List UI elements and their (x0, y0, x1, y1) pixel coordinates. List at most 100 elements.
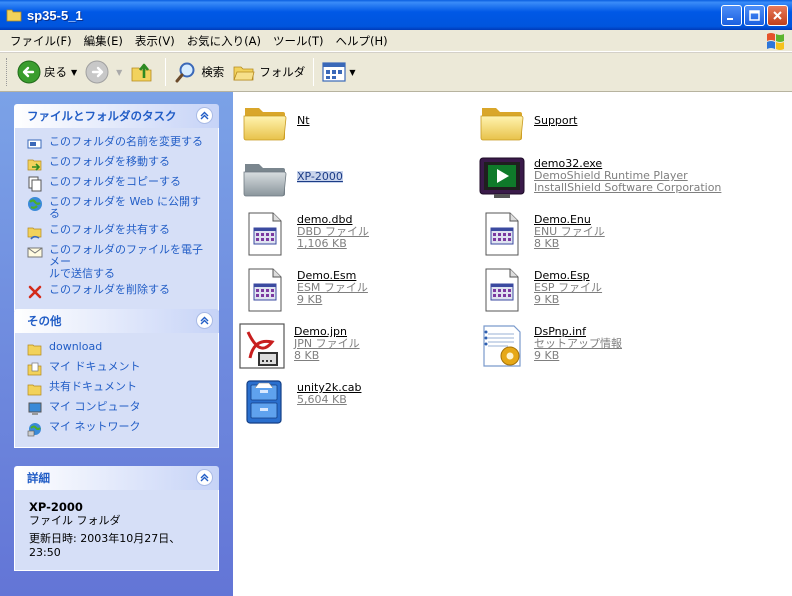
views-icon (322, 62, 346, 82)
menu-view[interactable]: 表示(V) (129, 30, 181, 52)
file-item-demo-enu[interactable]: Demo.Enu ENU ファイル 8 KB (478, 210, 605, 258)
file-size: 1,106 KB (297, 237, 347, 250)
forward-button[interactable]: ▼ (81, 56, 126, 88)
generic-file-icon (478, 266, 526, 314)
search-icon (175, 62, 195, 83)
task-share-folder[interactable]: このフォルダを共有する (27, 224, 208, 240)
other-places-body: download マイ ドキュメント 共有ドキュメント マイ コンピュータ マイ… (14, 333, 219, 448)
folder-icon (6, 9, 22, 22)
file-folder-tasks-header[interactable]: ファイルとフォルダのタスク (14, 104, 219, 128)
panel-title: その他 (27, 314, 62, 328)
task-label: このフォルダを Web に公開する (49, 195, 201, 220)
title-bar[interactable]: sp35-5_1 (0, 0, 792, 30)
generic-file-icon (478, 210, 526, 258)
task-label: このフォルダを共有する (49, 223, 170, 236)
file-item-demo-esp[interactable]: Demo.Esp ESP ファイル 9 KB (478, 266, 602, 314)
menu-help[interactable]: ヘルプ(H) (330, 30, 394, 52)
place-label: マイ ドキュメント (49, 360, 141, 373)
up-folder-icon (131, 63, 152, 82)
collapse-chevron-icon[interactable] (196, 312, 213, 329)
close-button[interactable] (767, 5, 788, 26)
back-label: 戻る (44, 65, 67, 79)
panel-title: 詳細 (27, 471, 50, 485)
task-label: このフォルダのファイルを電子メー (49, 243, 203, 268)
rename-icon (27, 139, 42, 149)
file-item-demo-jpn[interactable]: Demo.jpn JPN ファイル 8 KB (238, 322, 360, 370)
search-label: 検索 (201, 65, 225, 79)
back-button[interactable]: 戻る ▼ (13, 56, 81, 88)
place-label: マイ コンピュータ (49, 400, 141, 413)
file-item-demo-esm[interactable]: Demo.Esm ESM ファイル 9 KB (241, 266, 368, 314)
up-folder-button[interactable] (126, 56, 161, 88)
collapse-chevron-icon[interactable] (196, 107, 213, 124)
detail-modified: 更新日時: 2003年10月27日、23:50 (29, 532, 181, 559)
menu-edit[interactable]: 編集(E) (78, 30, 129, 52)
folders-label: フォルダ (259, 65, 306, 79)
copy-icon (28, 176, 42, 192)
back-arrow-icon (17, 60, 41, 84)
file-size: 9 KB (534, 349, 560, 362)
maximize-button[interactable] (744, 5, 765, 26)
menu-bar: ファイル(F) 編集(E) 表示(V) お気に入り(A) ツール(T) ヘルプ(… (0, 30, 792, 52)
place-label: マイ ネットワーク (49, 420, 141, 433)
globe-icon (28, 197, 42, 211)
other-places-header[interactable]: その他 (14, 309, 219, 333)
file-item-support[interactable]: Support (478, 98, 577, 146)
task-move-folder[interactable]: このフォルダを移動する (27, 156, 208, 172)
task-publish-web[interactable]: このフォルダを Web に公開する (27, 196, 208, 220)
toolbar-separator (313, 58, 315, 86)
toolbar: 戻る ▼ ▼ 検索 フォルダ ▼ (0, 52, 792, 92)
file-item-dspnp-inf[interactable]: DsPnp.inf セットアップ情報 9 KB (478, 322, 622, 370)
place-my-computer[interactable]: マイ コンピュータ (27, 401, 208, 417)
shared-folder-icon (27, 384, 42, 396)
task-copy-folder[interactable]: このフォルダをコピーする (27, 176, 208, 192)
email-icon (27, 247, 43, 258)
detail-name: XP-2000 (29, 500, 83, 514)
task-label: このフォルダをコピーする (49, 175, 181, 188)
file-item-unity2k-cab[interactable]: unity2k.cab 5,604 KB (241, 378, 361, 426)
file-size: 8 KB (534, 237, 560, 250)
search-button[interactable]: 検索 (170, 56, 228, 88)
file-item-xp-2000[interactable]: XP-2000 (241, 154, 343, 202)
place-my-documents[interactable]: マイ ドキュメント (27, 361, 208, 377)
place-my-network[interactable]: マイ ネットワーク (27, 421, 208, 437)
menu-tools[interactable]: ツール(T) (267, 30, 330, 52)
place-label: 共有ドキュメント (49, 380, 137, 393)
minimize-button[interactable] (721, 5, 742, 26)
back-dropdown-icon[interactable]: ▼ (71, 68, 77, 77)
forward-dropdown-icon[interactable]: ▼ (116, 68, 122, 77)
collapse-chevron-icon[interactable] (196, 469, 213, 486)
forward-arrow-icon (85, 60, 109, 84)
toolbar-grip[interactable] (6, 58, 9, 86)
folders-icon (233, 66, 255, 81)
menu-file[interactable]: ファイル(F) (4, 30, 78, 52)
panel-title: ファイルとフォルダのタスク (27, 109, 177, 123)
folders-button[interactable]: フォルダ (228, 56, 309, 88)
folder-icon (241, 98, 289, 146)
file-item-demo-dbd[interactable]: demo.dbd DBD ファイル 1,106 KB (241, 210, 369, 258)
place-shared-documents[interactable]: 共有ドキュメント (27, 381, 208, 397)
computer-icon (28, 402, 42, 415)
generic-file-icon (241, 210, 289, 258)
folder-icon (27, 344, 42, 356)
delete-icon (28, 285, 42, 299)
task-email-files[interactable]: このフォルダのファイルを電子メー ルで送信する (27, 244, 208, 280)
file-item-demo32-exe[interactable]: demo32.exe DemoShield Runtime Player Ins… (478, 154, 721, 202)
file-item-nt[interactable]: Nt (241, 98, 310, 146)
file-company: InstallShield Software Corporation (534, 181, 722, 194)
details-header[interactable]: 詳細 (14, 466, 219, 490)
views-button[interactable]: ▼ (318, 56, 359, 88)
task-label-continued: ルで送信する (49, 267, 115, 280)
folder-icon (243, 164, 287, 197)
task-rename-folder[interactable]: このフォルダの名前を変更する (27, 136, 208, 152)
share-folder-icon (27, 227, 42, 240)
demoshield-player-icon (479, 157, 525, 198)
setup-info-icon (483, 325, 521, 367)
views-dropdown-icon[interactable]: ▼ (349, 68, 355, 77)
file-size: 9 KB (534, 293, 560, 306)
other-places-panel: その他 download マイ ドキュメント 共有ドキュメント マイ コンピュー… (14, 309, 219, 448)
place-download[interactable]: download (27, 341, 208, 357)
menu-favorites[interactable]: お気に入り(A) (181, 30, 267, 52)
close-icon (773, 11, 782, 20)
task-delete-folder[interactable]: このフォルダを削除する (27, 284, 208, 300)
